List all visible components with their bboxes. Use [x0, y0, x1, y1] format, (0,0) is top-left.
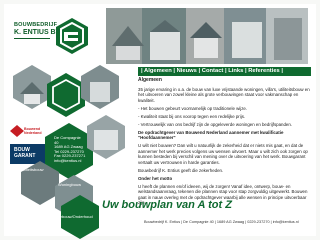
brand-underline — [14, 38, 50, 39]
main-content: Algemeen 35 jarige ervaring in o.a. de b… — [138, 77, 310, 205]
nav-item-nieuws[interactable]: Nieuws — [177, 68, 197, 74]
address-block: De Compagnie 40 1689 AG Zwaag Tel 0229-2… — [54, 135, 86, 163]
content-paragraph-3: Bouwbedrijf K. Entius geeft die zekerhed… — [138, 167, 224, 173]
top-nav: | Algemeen | Nieuws | Contact | Links | … — [138, 67, 311, 76]
link-verbouw-onderhoud[interactable]: Verbouw/Onderhoud — [56, 214, 93, 219]
content-bullet-3: - Vertrouwelijk van ons bedrijf zijn de … — [138, 121, 293, 127]
content-subheading: De opdrachtgever van Bouwend Nederland a… — [138, 129, 284, 141]
content-title: Algemeen — [138, 77, 162, 83]
slogan: Uw bouwplan van A tot Z — [102, 199, 232, 211]
footer: Bouwbedrijf K. Entius | De Compagnie 40 … — [144, 220, 299, 224]
nav-item-referenties[interactable]: Referenties — [248, 68, 280, 74]
content-motto-heading: Onder het motto — [138, 175, 173, 181]
content-paragraph-2: U wilt niet bouwen? Dan wilt u natuurlij… — [138, 143, 308, 165]
header-photo-collage — [106, 8, 308, 64]
nav-item-contact[interactable]: Contact — [202, 68, 224, 74]
page: BOUWBEDRIJF K. ENTIUS BV Bouwend Nederla… — [4, 4, 316, 239]
hex-photo-4 — [87, 115, 125, 159]
hex-photo-3 — [81, 65, 119, 109]
link-utiliteitsbouw[interactable]: Utiliteitsbouw — [20, 167, 44, 172]
hexagon-logo-icon — [56, 18, 88, 54]
nav-item-algemeen[interactable]: Algemeen — [144, 68, 172, 74]
content-bullet-2: - Kwaliteit staat bij ons voorop tegen e… — [138, 113, 246, 119]
content-paragraph-1: 35 jarige ervaring in o.a. de bouw van l… — [138, 86, 310, 103]
nav-item-links[interactable]: Links — [228, 68, 243, 74]
link-woningbouw[interactable]: Woningbouw — [58, 182, 81, 187]
bouwend-nederland-icon — [10, 125, 24, 137]
content-bullet-1: - Het bouwen gebeurt voornamelijk op tra… — [138, 105, 248, 111]
header: BOUWBEDRIJF K. ENTIUS BV — [4, 4, 316, 64]
